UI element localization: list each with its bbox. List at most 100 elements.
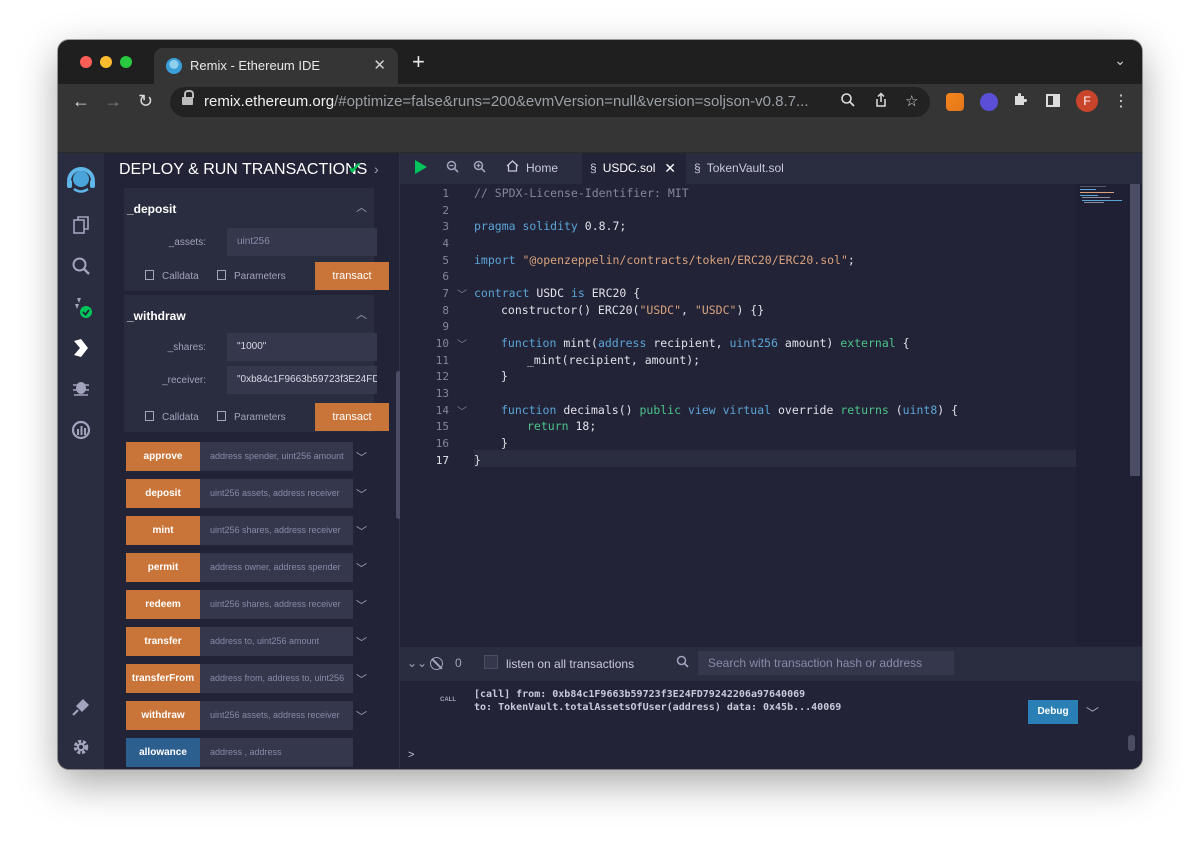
terminal-scrollbar[interactable] [1128,735,1135,751]
chevron-down-icon[interactable]: ﹀ [356,634,367,650]
function-args-input[interactable]: uint256 shares, address receiver [200,590,353,619]
function-args-input[interactable]: address to, uint256 amount [200,627,353,656]
solidity-file-icon: § [590,161,597,175]
deploy-run-icon[interactable] [69,336,93,360]
zoom-in-icon[interactable] [473,160,486,176]
function-button[interactable]: transfer [126,627,200,656]
function-button[interactable]: mint [126,516,200,545]
line-number: 17 [435,454,449,467]
deposit-transact-button[interactable]: transact [315,262,389,290]
zoom-out-icon[interactable] [446,160,459,176]
bookmark-star-icon[interactable]: ☆ [905,92,918,110]
tab-tokenvault-sol[interactable]: § TokenVault.sol [690,153,800,184]
settings-gear-icon[interactable] [69,735,93,759]
function-args-input[interactable]: uint256 assets, address receiver [200,479,353,508]
editor-scrollbar-thumb[interactable] [1130,184,1140,476]
function-button[interactable]: permit [126,553,200,582]
browser-tab-title: Remix - Ethereum IDE [190,58,321,73]
line-number: 15 [435,420,449,433]
function-button[interactable]: transferFrom [126,664,200,693]
solidity-compiler-icon[interactable] [69,295,93,319]
chevron-down-icon[interactable]: ﹀ [356,449,367,465]
collapse-withdraw-icon[interactable]: ︿ [356,306,367,322]
editor-tab-bar: Home § USDC.sol ✕ § TokenVault.sol [400,153,1142,184]
lock-icon [182,90,194,105]
zoom-icon[interactable] [840,92,856,112]
tab-search-chevron-icon[interactable]: ⌄ [1114,52,1126,69]
expand-log-chevron-icon[interactable]: ﹀ [1086,703,1099,722]
extension-ghost-icon[interactable] [980,93,998,111]
function-args-input[interactable]: address from, address to, uint256 [200,664,353,693]
run-play-icon[interactable] [414,159,428,178]
profile-avatar[interactable]: F [1076,90,1098,112]
debugger-bug-icon[interactable] [69,375,93,399]
side-panel-icon[interactable] [1046,94,1060,107]
receiver-input[interactable]: "0xb84c1F9663b59723f3E24FD79242206a97640… [227,366,377,394]
minimize-window-button[interactable] [100,56,112,68]
browser-tab-remix[interactable]: Remix - Ethereum IDE ✕ [154,48,398,84]
chevron-down-icon[interactable]: ﹀ [356,523,367,539]
close-window-button[interactable] [80,56,92,68]
clear-console-icon[interactable] [430,657,443,670]
chevron-down-icon[interactable]: ﹀ [356,560,367,576]
code-area[interactable]: // SPDX-License-Identifier: MIT pragma s… [474,184,1076,646]
function-button[interactable]: deposit [126,479,200,508]
function-button[interactable]: approve [126,442,200,471]
collapse-deposit-icon[interactable]: ︿ [356,199,367,215]
remix-logo-icon[interactable] [64,161,98,195]
transaction-search-input[interactable]: Search with transaction hash or address [698,651,954,675]
browser-menu-icon[interactable]: ⋮ [1113,91,1129,111]
line-number: 1 [442,187,449,200]
close-tab-icon[interactable]: ✕ [373,56,386,74]
function-args-input[interactable]: address , address [200,738,353,767]
fold-chevron-icon[interactable]: ﹀ [457,403,467,418]
function-args-input[interactable]: uint256 assets, address receiver [200,701,353,730]
function-args-input[interactable]: address spender, uint256 amount [200,442,353,471]
panel-chevron-right-icon[interactable]: › [374,161,379,177]
assets-input[interactable]: uint256 [227,228,377,256]
function-button[interactable]: redeem [126,590,200,619]
chevron-down-icon[interactable]: ﹀ [356,597,367,613]
code-editor[interactable]: 1 2 3 4 5 6 7 8 9 10 11 12 13 14 15 16 1… [400,184,1142,646]
function-row-allowance: allowance address , address [126,738,376,767]
maximize-window-button[interactable] [120,56,132,68]
forward-icon[interactable]: → [104,91,122,112]
tab-usdc-sol[interactable]: § USDC.sol ✕ [582,153,686,184]
withdraw-parameters-button[interactable]: Parameters [217,411,286,423]
file-explorer-icon[interactable] [69,213,93,237]
share-icon[interactable] [873,92,889,112]
analytics-icon[interactable] [69,418,93,442]
function-button[interactable]: withdraw [126,701,200,730]
chevron-down-icon[interactable]: ﹀ [356,708,367,724]
line-number: 8 [442,304,449,317]
listen-checkbox[interactable] [484,655,498,669]
function-args-input[interactable]: address owner, address spender [200,553,353,582]
metamask-extension-icon[interactable] [946,93,964,111]
withdraw-transact-button[interactable]: transact [315,403,389,431]
editor-scrollbar[interactable] [1128,184,1142,646]
deposit-parameters-button[interactable]: Parameters [217,270,286,282]
chevron-down-icon[interactable]: ﹀ [356,671,367,687]
tab-home[interactable]: Home [500,153,578,184]
new-tab-icon[interactable]: + [412,49,425,75]
extensions-puzzle-icon[interactable] [1012,91,1028,112]
shares-input[interactable]: "1000" [227,333,377,361]
collapse-terminal-icon[interactable]: ⌄⌄ [407,656,427,670]
close-tab-icon[interactable]: ✕ [664,153,676,184]
deposit-calldata-button[interactable]: Calldata [145,270,199,282]
plugin-manager-icon[interactable] [69,695,93,719]
function-args-input[interactable]: uint256 shares, address receiver [200,516,353,545]
back-icon[interactable]: ← [72,91,90,112]
withdraw-calldata-button[interactable]: Calldata [145,411,199,423]
fold-chevron-icon[interactable]: ﹀ [457,286,467,301]
function-button[interactable]: allowance [126,738,200,767]
fold-chevron-icon[interactable]: ﹀ [457,336,467,351]
terminal-prompt[interactable]: > [408,749,414,761]
address-bar[interactable]: remix.ethereum.org/#optimize=false&runs=… [170,87,930,117]
withdraw-function-card: _withdraw ︿ _shares: "1000" _receiver: "… [124,295,389,432]
chevron-down-icon[interactable]: ﹀ [356,486,367,502]
reload-icon[interactable]: ↻ [138,91,153,112]
debug-button[interactable]: Debug [1028,700,1078,724]
code-minimap[interactable] [1076,184,1128,646]
search-icon[interactable] [69,254,93,278]
